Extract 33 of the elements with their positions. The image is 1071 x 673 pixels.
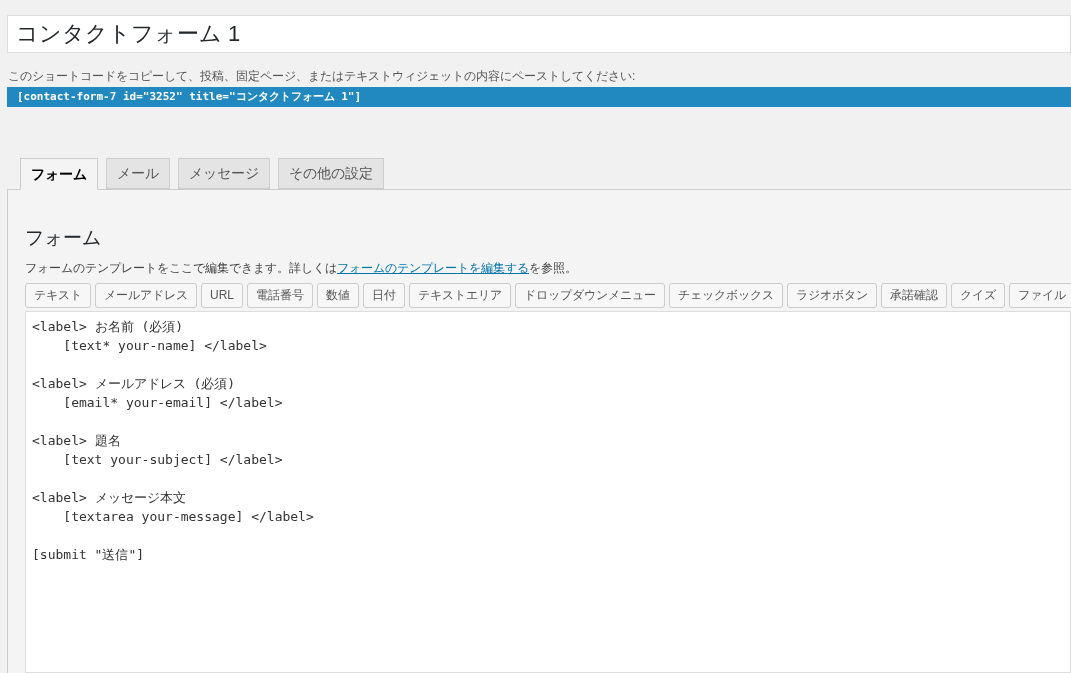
tag-button[interactable]: ファイル bbox=[1009, 282, 1071, 308]
tab[interactable]: フォーム bbox=[20, 158, 98, 190]
tag-button[interactable]: テキストエリア bbox=[409, 282, 511, 308]
tab[interactable]: メッセージ bbox=[178, 158, 270, 189]
template-link[interactable]: フォームのテンプレートを編集する bbox=[337, 260, 529, 275]
tag-button[interactable]: チェックボックス bbox=[669, 282, 783, 308]
code-line: [submit "送信"] bbox=[32, 545, 145, 564]
code-line: <label> メッセージ本文 bbox=[32, 488, 186, 507]
shortcode-hint: このショートコードをコピーして、投稿、固定ページ、またはテキストウィジェットの内容にペーストしてください: bbox=[7, 68, 637, 85]
code-line: [text* your-name] </label> bbox=[62, 336, 267, 355]
title-field[interactable]: コンタクトフォーム 1 bbox=[7, 15, 1071, 53]
tag-button[interactable]: テキスト bbox=[25, 282, 91, 308]
code-line: <label> お名前 (必須) bbox=[32, 317, 184, 336]
tab[interactable]: メール bbox=[106, 158, 170, 189]
code-line: [text your-subject] </label> bbox=[62, 450, 283, 469]
tag-button[interactable]: ドロップダウンメニュー bbox=[515, 282, 665, 308]
panel-description: フォームのテンプレートをここで編集できます。詳しくはフォームのテンプレートを編集するを参照。 bbox=[25, 259, 578, 277]
tag-button[interactable]: 電話番号 bbox=[247, 282, 313, 308]
code-line: <label> メールアドレス (必須) bbox=[32, 374, 236, 393]
code-line: [textarea your-message] </label> bbox=[62, 507, 314, 526]
tag-button[interactable]: メールアドレス bbox=[95, 282, 197, 308]
code-line: [email* your-email] </label> bbox=[62, 393, 283, 412]
shortcode-field[interactable]: [contact-form-7 id="3252" title="コンタクトフォーム 1"] bbox=[7, 87, 1071, 107]
code-line: <label> 題名 bbox=[32, 431, 121, 450]
tag-button[interactable]: 数値 bbox=[317, 282, 359, 308]
tag-button[interactable]: 日付 bbox=[363, 282, 405, 308]
tag-button[interactable]: URL bbox=[201, 282, 243, 308]
tag-button[interactable]: クイズ bbox=[951, 282, 1005, 308]
panel-heading: フォーム bbox=[25, 226, 102, 250]
form-template-editor[interactable]: <label> お名前 (必須) [text* your-name] </label> <label> メールアドレス (必須) [email* your-email] </label> <label> 題名 [text your-subject] </label> <label> メッセージ本文 [textarea your-message] </label> [submit "送信"] bbox=[25, 310, 1071, 673]
tag-button[interactable]: ラジオボタン bbox=[787, 282, 877, 308]
tab[interactable]: その他の設定 bbox=[278, 158, 384, 189]
tag-button[interactable]: 承諾確認 bbox=[881, 282, 947, 308]
